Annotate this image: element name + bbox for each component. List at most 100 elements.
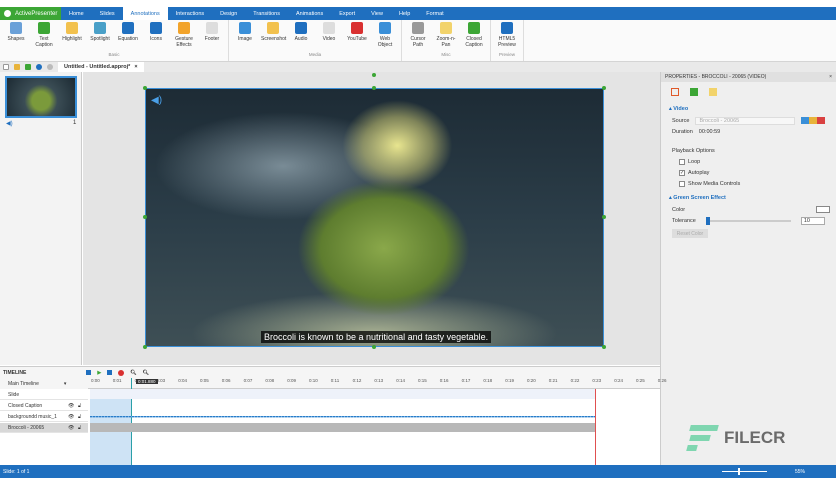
resize-handle[interactable] — [143, 215, 147, 219]
video-button[interactable]: Video — [315, 20, 343, 52]
tab-export[interactable]: Export — [331, 7, 363, 20]
media-properties-icon[interactable] — [690, 88, 698, 96]
snap-icon[interactable] — [86, 370, 92, 375]
resize-handle[interactable] — [602, 345, 606, 349]
redo-icon[interactable] — [47, 64, 53, 70]
ruler-tick: 0:04 — [178, 378, 187, 383]
spotlight-button[interactable]: Spotlight — [86, 20, 114, 52]
playhead-time: 0:01.880 — [136, 379, 158, 384]
lock-icon[interactable]: 🔓︎ — [78, 403, 81, 409]
option-loop[interactable]: Loop — [661, 156, 836, 167]
tab-annotations[interactable]: Annotations — [122, 7, 168, 20]
shapes-button[interactable]: Shapes — [2, 20, 30, 52]
save-icon[interactable] — [25, 64, 31, 70]
interaction-properties-icon[interactable] — [709, 88, 717, 96]
tab-format[interactable]: Format — [418, 7, 451, 20]
cursor-path-label: Cursor Path — [410, 36, 426, 48]
footer-icon — [206, 22, 218, 34]
play-icon[interactable]: ▶ — [97, 370, 101, 376]
ruler-tick: 0:05 — [200, 378, 209, 383]
option-autoplay[interactable]: ✓ Autoplay — [661, 167, 836, 178]
resize-handle[interactable] — [602, 215, 606, 219]
checkbox[interactable] — [679, 158, 685, 165]
lock-icon[interactable]: 🔓︎ — [78, 414, 81, 420]
rotate-handle[interactable] — [372, 73, 376, 77]
resize-handle[interactable] — [143, 345, 147, 349]
html5-preview-button[interactable]: HTML5 Preview — [493, 20, 521, 52]
track-row[interactable]: Slide — [0, 390, 88, 400]
visibility-icon[interactable]: 👁︎ — [68, 414, 74, 420]
track-row[interactable]: Closed Caption 👁︎ 🔓︎ — [0, 401, 88, 411]
screenshot-button[interactable]: Screenshot — [259, 20, 287, 52]
equation-button[interactable]: Equation — [114, 20, 142, 52]
video-object[interactable]: ◀) — [145, 88, 604, 347]
text-caption-button[interactable]: Text Caption — [30, 20, 58, 52]
footer-button[interactable]: Footer — [198, 20, 226, 52]
tab-slides[interactable]: Slides — [92, 7, 123, 20]
resize-handle[interactable] — [602, 86, 606, 90]
highlight-button[interactable]: Highlight — [58, 20, 86, 52]
ribbon-group-media: Image Screenshot Audio Video YouTube Web Obje… — [229, 20, 402, 61]
closed-caption-button[interactable]: Closed Caption — [460, 20, 488, 52]
track-row[interactable]: Broccoli - 20065 👁︎ 🔓︎ — [0, 423, 88, 433]
closed-caption-text[interactable]: Broccoli is known to be a nutritional an… — [261, 331, 492, 343]
tab-home[interactable]: Home — [61, 7, 92, 20]
stop-icon[interactable] — [107, 370, 113, 375]
image-button[interactable]: Image — [231, 20, 259, 52]
zoom-out-icon[interactable]: 🔍︎ — [143, 370, 149, 376]
cursor-path-button[interactable]: Cursor Path — [404, 20, 432, 52]
timeline-panel: TIMELINE ▶ 🔍︎ 🔍︎ Main Timeline ▾ 0:00 0:01… — [0, 366, 667, 466]
video-section-header[interactable]: Video — [673, 106, 688, 112]
lock-icon[interactable]: 🔓︎ — [78, 425, 81, 431]
track-row[interactable]: backgroundd music_1 👁︎ 🔓︎ — [0, 412, 88, 422]
timeline-selector[interactable]: Main Timeline ▾ — [0, 378, 88, 389]
time-ruler[interactable]: 0:000:010:020:030:040:050:060:070:080:09… — [88, 378, 667, 389]
zoom-in-icon[interactable]: 🔍︎ — [130, 370, 136, 376]
app-menu-button[interactable]: ActivePresenter — [0, 7, 61, 20]
tab-interactions[interactable]: Interactions — [168, 7, 212, 20]
reset-color-button[interactable]: Reset Color — [672, 229, 708, 238]
close-icon[interactable]: × — [829, 74, 832, 80]
audio-waveform[interactable] — [90, 416, 595, 418]
open-icon[interactable] — [14, 64, 20, 70]
footer-label: Footer — [204, 36, 220, 42]
undo-icon[interactable] — [36, 64, 42, 70]
icons-button[interactable]: Icons — [142, 20, 170, 52]
tolerance-input[interactable]: 10 — [800, 216, 825, 225]
ruler-tick: 0:21 — [548, 378, 558, 383]
color-picker[interactable] — [816, 206, 830, 213]
tab-transitions[interactable]: Transitions — [245, 7, 288, 20]
tab-view[interactable]: View — [363, 7, 391, 20]
record-icon[interactable] — [118, 369, 125, 376]
close-icon[interactable]: × — [134, 64, 137, 70]
audio-button[interactable]: Audio — [287, 20, 315, 52]
tab-design[interactable]: Design — [212, 7, 245, 20]
youtube-button[interactable]: YouTube — [343, 20, 371, 52]
tab-animations[interactable]: Animations — [288, 7, 331, 20]
green-screen-section-header[interactable]: Green Screen Effect — [673, 195, 726, 201]
zoom-slider[interactable] — [722, 468, 767, 475]
slider-thumb[interactable] — [705, 216, 710, 225]
visibility-icon[interactable]: 👁︎ — [68, 425, 74, 431]
new-icon[interactable] — [3, 64, 9, 70]
speaker-icon: ◀) — [151, 95, 163, 106]
resize-handle[interactable] — [372, 345, 376, 349]
ruler-tick: 0:23 — [592, 378, 602, 383]
video-clip-bar[interactable] — [90, 423, 595, 432]
option-show-media-controls[interactable]: Show Media Controls — [661, 178, 836, 189]
web-object-button[interactable]: Web Object — [371, 20, 399, 52]
zoom-n-pan-button[interactable]: Zoom-n-Pan — [432, 20, 460, 52]
checkbox[interactable] — [679, 180, 685, 187]
resize-handle[interactable] — [143, 86, 147, 90]
document-tab[interactable]: Untitled - Untitled.approj* × — [58, 62, 144, 72]
size-properties-icon[interactable] — [671, 88, 679, 96]
gesture-effects-button[interactable]: Gesture Effects — [170, 20, 198, 52]
tab-help[interactable]: Help — [391, 7, 418, 20]
source-actions-icon[interactable] — [801, 117, 826, 124]
slide-thumbnail[interactable] — [5, 76, 77, 118]
checkbox[interactable]: ✓ — [679, 169, 685, 176]
resize-handle[interactable] — [372, 86, 376, 90]
source-label: Source — [672, 117, 690, 124]
tolerance-slider[interactable] — [705, 216, 791, 225]
visibility-icon[interactable]: 👁︎ — [68, 403, 74, 409]
